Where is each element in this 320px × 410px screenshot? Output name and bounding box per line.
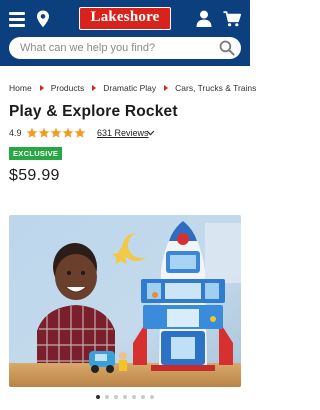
product-price: $59.99 [9, 167, 60, 184]
search-icon[interactable] [219, 40, 235, 56]
carousel-dot[interactable] [150, 395, 154, 399]
carousel-dot[interactable] [114, 395, 118, 399]
site-header: Lakeshore [0, 0, 250, 66]
search-input[interactable] [20, 37, 215, 59]
user-account-icon[interactable] [196, 10, 212, 27]
star-icon [62, 127, 74, 138]
star-icon [50, 127, 62, 138]
hamburger-menu-icon[interactable] [9, 12, 25, 27]
carousel-dot[interactable] [141, 395, 145, 399]
location-pin-icon[interactable] [36, 10, 50, 28]
chevron-down-icon[interactable] [146, 129, 155, 137]
reviews-link[interactable]: 631 Reviews [97, 128, 149, 138]
exclusive-badge: EXCLUSIVE [9, 147, 63, 160]
breadcrumb: Home Products Dramatic Play Cars, Trucks & … [9, 83, 256, 93]
breadcrumb-separator-icon [39, 85, 44, 92]
product-photo [9, 215, 241, 387]
carousel-dot[interactable] [132, 395, 136, 399]
rating-value: 4.9 [9, 128, 22, 138]
breadcrumb-separator-icon [92, 85, 97, 92]
star-icon [26, 127, 38, 138]
carousel-dot[interactable] [96, 395, 100, 399]
star-icon [38, 127, 50, 138]
carousel-dots [0, 395, 250, 401]
star-rating [26, 127, 86, 138]
carousel-dot[interactable] [123, 395, 127, 399]
shopping-cart-icon[interactable] [223, 11, 241, 27]
product-title: Play & Explore Rocket [9, 103, 178, 120]
search-bar [9, 37, 241, 59]
breadcrumb-separator-icon [164, 85, 169, 92]
breadcrumb-products[interactable]: Products [51, 83, 85, 93]
lakeshore-logo[interactable]: Lakeshore [79, 7, 171, 30]
carousel-dot[interactable] [105, 395, 109, 399]
breadcrumb-cars-trucks-trains[interactable]: Cars, Trucks & Trains [175, 83, 256, 93]
breadcrumb-home[interactable]: Home [9, 83, 32, 93]
star-icon [74, 127, 86, 138]
breadcrumb-dramatic-play[interactable]: Dramatic Play [103, 83, 156, 93]
product-image[interactable] [9, 215, 241, 387]
